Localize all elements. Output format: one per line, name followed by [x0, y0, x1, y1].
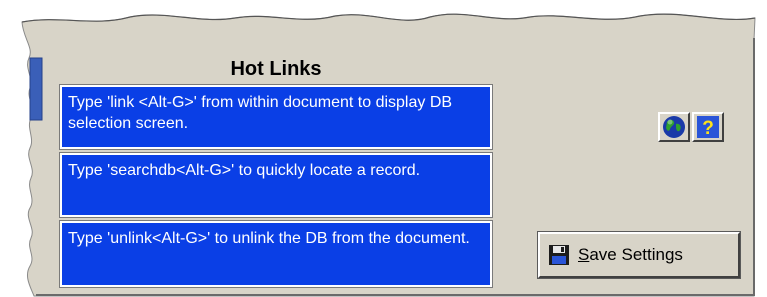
hotlink-item-searchdb[interactable]: Type 'searchdb<Alt-G>' to quickly locate… — [59, 152, 493, 218]
floppy-disk-icon — [549, 245, 569, 265]
help-button[interactable]: ? — [692, 112, 724, 142]
hotlink-item-unlink[interactable]: Type 'unlink<Alt-G>' to unlink the DB fr… — [59, 220, 493, 288]
side-tab[interactable] — [29, 57, 43, 121]
hotlink-item-link[interactable]: Type 'link <Alt-G>' from within document… — [59, 84, 493, 150]
hotlink-text: Type 'link <Alt-G>' from within document… — [68, 94, 453, 132]
hotlink-text: Type 'searchdb<Alt-G>' to quickly locate… — [68, 162, 421, 179]
save-settings-button[interactable]: Save Settings — [537, 231, 741, 279]
globe-button[interactable] — [658, 112, 690, 142]
hotlink-text: Type 'unlink<Alt-G>' to unlink the DB fr… — [68, 230, 470, 247]
globe-icon — [663, 116, 685, 138]
help-icon: ? — [697, 116, 719, 139]
hot-links-title: Hot Links — [230, 58, 322, 80]
save-settings-label: Save Settings — [578, 245, 683, 264]
svg-text:?: ? — [702, 118, 714, 139]
